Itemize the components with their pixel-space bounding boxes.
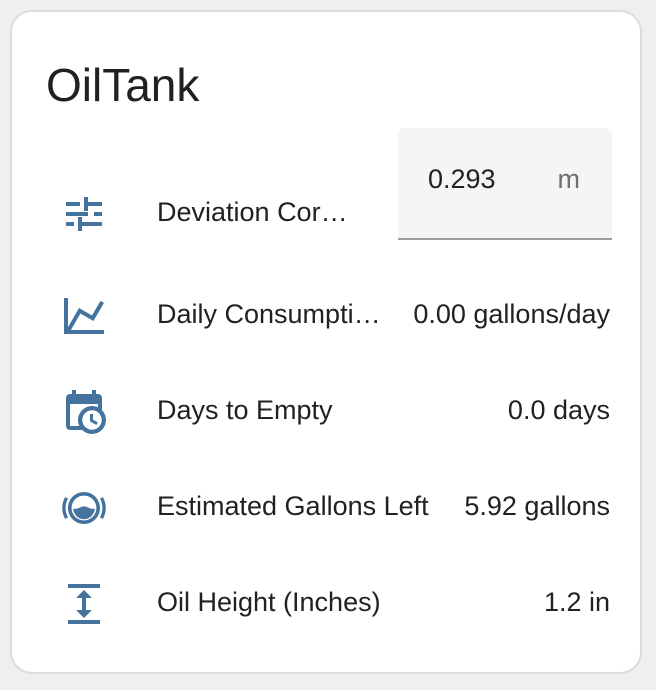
arrow-expand-vertical-icon [60, 580, 108, 628]
calendar-clock-icon [60, 388, 108, 436]
card-title: OilTank [46, 59, 200, 111]
chart-line-icon [60, 292, 108, 340]
entity-row-deviation-correction[interactable]: Deviation Cor… m [12, 128, 640, 252]
deviation-correction-field[interactable]: m [398, 128, 612, 240]
days-to-empty-label: Days to Empty [157, 395, 333, 425]
oil-height-value: 1.2 in [543, 587, 610, 617]
entities-card: OilTank Deviation Cor… m Daily Consumpti… [10, 10, 642, 674]
entity-row-days-to-empty[interactable]: Days to Empty 0.0 days [12, 370, 640, 450]
entity-row-oil-height[interactable]: Oil Height (Inches) 1.2 in [12, 562, 640, 642]
tune-variant-icon [60, 190, 108, 238]
daily-consumption-label: Daily Consumpti… [157, 299, 381, 329]
estimated-gallons-left-label: Estimated Gallons Left [157, 491, 429, 521]
daily-consumption-value: 0.00 gallons/day [413, 299, 610, 329]
gauge-tank-icon [60, 484, 108, 532]
entity-row-daily-consumption[interactable]: Daily Consumpti… 0.00 gallons/day [12, 274, 640, 354]
days-to-empty-value: 0.0 days [507, 395, 610, 425]
entity-row-estimated-gallons-left[interactable]: Estimated Gallons Left 5.92 gallons [12, 466, 640, 546]
deviation-correction-label: Deviation Cor… [157, 197, 348, 227]
oil-height-label: Oil Height (Inches) [157, 587, 381, 617]
deviation-correction-input[interactable] [428, 164, 538, 195]
deviation-correction-unit: m [557, 164, 581, 194]
estimated-gallons-left-value: 5.92 gallons [464, 491, 610, 521]
